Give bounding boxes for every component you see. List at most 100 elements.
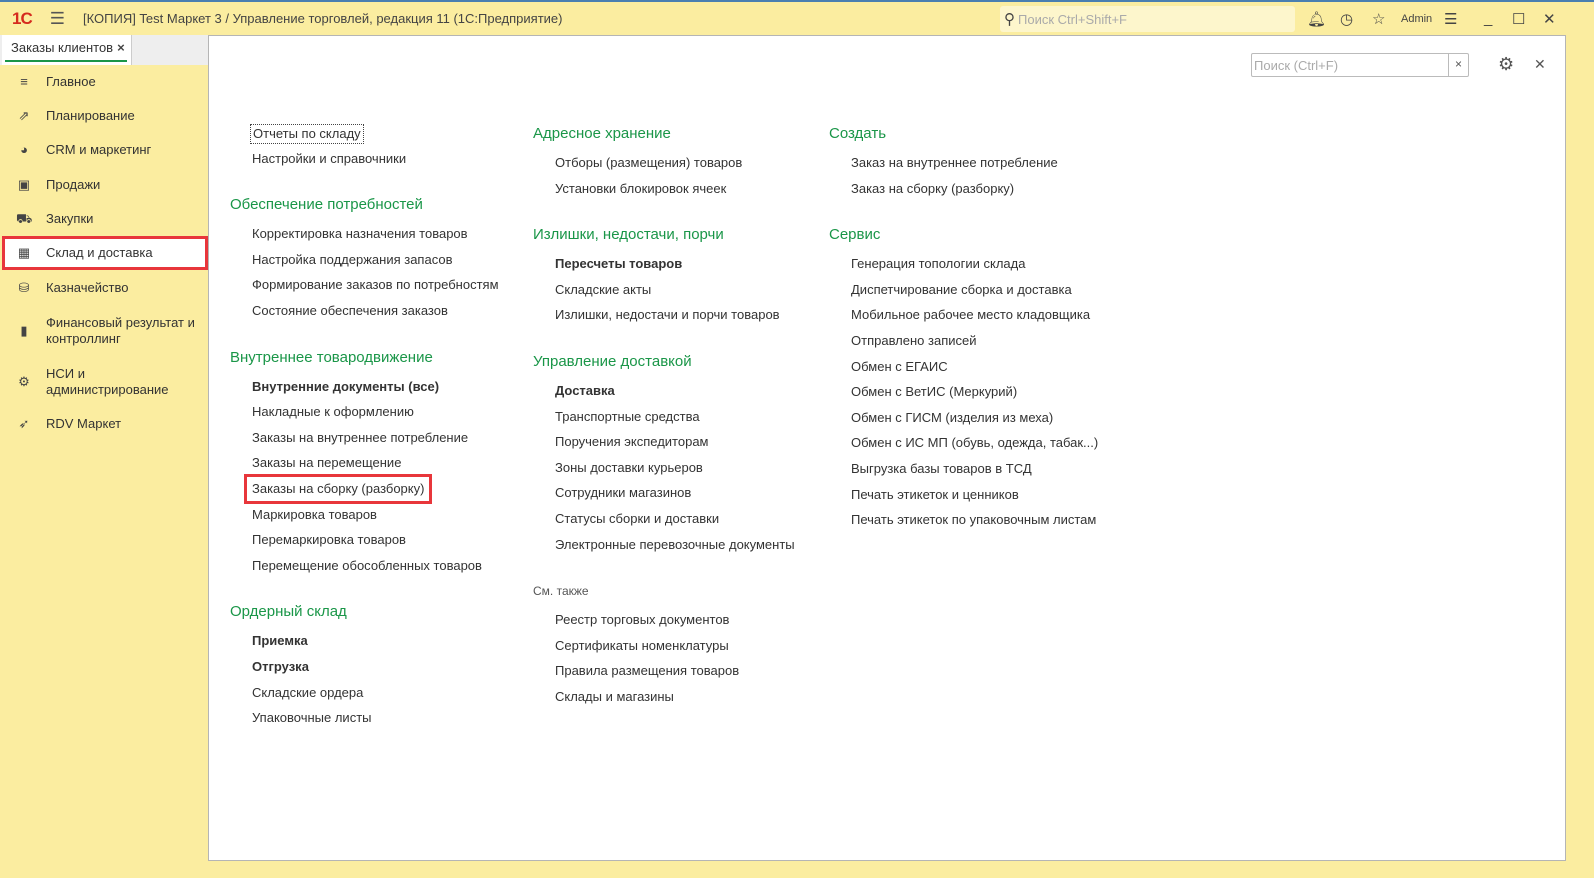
menu-link-label: Формирование заказов по потребностям: [252, 277, 499, 293]
menu-link[interactable]: Пересчеты товаров: [533, 255, 797, 281]
settings-menu-icon[interactable]: ☰: [1444, 10, 1457, 28]
sidebar-icon: ⇗: [18, 108, 30, 123]
menu-link[interactable]: Излишки, недостачи и порчи товаров: [533, 306, 797, 332]
panel-search-input[interactable]: Поиск (Ctrl+F) ×: [1251, 53, 1469, 77]
menu-link[interactable]: Обмен с ГИСМ (изделия из меха): [829, 409, 1100, 435]
clear-search-icon[interactable]: ×: [1448, 54, 1468, 76]
menu-link[interactable]: Накладные к оформлению: [230, 403, 501, 429]
menu-link[interactable]: Зоны доставки курьеров: [533, 459, 797, 485]
menu-link[interactable]: Диспетчирование сборка и доставка: [829, 281, 1100, 307]
sidebar-icon: ⚙: [18, 374, 30, 389]
menu-link-label: Зоны доставки курьеров: [555, 459, 703, 475]
menu-link[interactable]: Обмен с ВетИС (Меркурий): [829, 383, 1100, 409]
menu-link-label: Складские ордера: [252, 684, 364, 700]
menu-link[interactable]: Обмен с ИС МП (обувь, одежда, табак...): [829, 434, 1100, 460]
maximize-icon[interactable]: ☐: [1512, 10, 1525, 28]
menu-link[interactable]: Складские акты: [533, 281, 797, 307]
menu-link[interactable]: Заказы на перемещение: [230, 454, 501, 480]
menu-link[interactable]: Печать этикеток по упаковочным листам: [829, 511, 1100, 537]
menu-link-label: Правила размещения товаров: [555, 663, 740, 679]
menu-section: Ордерный склад Приемка Отгрузка Складские о…: [230, 602, 501, 734]
sidebar-item[interactable]: ▮ Финансовый результат и контроллинг: [0, 306, 208, 356]
menu-link[interactable]: Мобильное рабочее место кладовщика: [829, 306, 1100, 332]
menu-section: Обеспечение потребностей Корректировка на…: [230, 195, 501, 327]
menu-link[interactable]: Сотрудники магазинов: [533, 484, 797, 510]
1c-logo-icon: 1С: [12, 8, 33, 28]
menu-link[interactable]: Маркировка товаров: [230, 506, 501, 532]
menu-link[interactable]: Печать этикеток и ценников: [829, 486, 1100, 512]
menu-link[interactable]: Отборы (размещения) товаров: [533, 154, 797, 180]
menu-link[interactable]: Упаковочные листы: [230, 709, 501, 735]
sidebar-item[interactable]: ⛁ Казначейство: [0, 271, 208, 305]
sidebar-item-label: Закупки: [46, 211, 94, 226]
menu-link-label: Обмен с ВетИС (Меркурий): [851, 384, 1018, 400]
section-heading: Обеспечение потребностей: [230, 196, 423, 214]
menu-link[interactable]: Перемещение обособленных товаров: [230, 557, 501, 583]
menu-link[interactable]: Внутренние документы (все): [230, 378, 501, 404]
user-name[interactable]: Admin: [1401, 13, 1432, 25]
menu-link[interactable]: Правила размещения товаров: [533, 662, 797, 688]
menu-link[interactable]: Складские ордера: [230, 684, 501, 710]
menu-link[interactable]: Выгрузка базы товаров в ТСД: [829, 460, 1100, 486]
sidebar-item[interactable]: ◕ CRM и маркетинг: [0, 133, 208, 167]
menu-link-label: Заказы на сборку (разборку): [243, 473, 433, 504]
menu-link[interactable]: Генерация топологии склада: [829, 255, 1100, 281]
menu-link[interactable]: Настройки и справочники: [230, 150, 501, 176]
menu-link[interactable]: Формирование заказов по потребностям: [230, 276, 501, 302]
close-tab-icon[interactable]: ×: [117, 40, 125, 55]
menu-link[interactable]: Состояние обеспечения заказов: [230, 302, 501, 328]
menu-link[interactable]: Обмен с ЕГАИС: [829, 358, 1100, 384]
gear-icon[interactable]: ⚙: [1498, 54, 1514, 75]
menu-link-label: Перемещение обособленных товаров: [252, 557, 482, 573]
menu-link-label: Выгрузка базы товаров в ТСД: [851, 460, 1032, 476]
menu-link-label: Заказ на внутреннее потребление: [851, 155, 1058, 170]
tab-zakazy-klientov[interactable]: Заказы клиентов ×: [2, 35, 132, 65]
close-icon[interactable]: ✕: [1534, 56, 1546, 73]
menu-link[interactable]: Заказ на сборку (разборку): [829, 180, 1100, 206]
menu-link[interactable]: Доставка: [533, 382, 797, 408]
menu-link[interactable]: Корректировка назначения товаров: [230, 225, 501, 251]
menu-link[interactable]: Настройка поддержания запасов: [230, 251, 501, 277]
main-menu-icon[interactable]: ☰: [50, 9, 65, 29]
sidebar-item-label: CRM и маркетинг: [46, 142, 152, 157]
menu-link[interactable]: Транспортные средства: [533, 408, 797, 434]
close-window-icon[interactable]: ✕: [1543, 10, 1556, 28]
menu-link[interactable]: Статусы сборки и доставки: [533, 510, 797, 536]
menu-link[interactable]: Отгрузка: [230, 658, 501, 684]
menu-link[interactable]: Электронные перевозочные документы: [533, 536, 797, 562]
sidebar-item[interactable]: ▣ Продажи: [0, 168, 208, 202]
menu-link[interactable]: Отправлено записей: [829, 332, 1100, 358]
global-search-input[interactable]: ⚲ Поиск Ctrl+Shift+F: [1000, 6, 1295, 32]
menu-link[interactable]: Склады и магазины: [533, 688, 797, 714]
menu-link[interactable]: Сертификаты номенклатуры: [533, 637, 797, 663]
menu-link[interactable]: Заказы на внутреннее потребление: [230, 429, 501, 455]
menu-link[interactable]: Заказ на внутреннее потребление: [829, 154, 1100, 180]
menu-link[interactable]: Заказы на сборку (разборку): [230, 473, 501, 506]
sidebar-icon: ▣: [17, 177, 31, 192]
sidebar-item[interactable]: ≡ Главное: [0, 65, 208, 99]
sidebar-item[interactable]: ⚙ НСИ и администрирование: [0, 357, 208, 407]
sidebar-item[interactable]: ➶ RDV Маркет: [0, 407, 208, 441]
menu-link[interactable]: Установки блокировок ячеек: [533, 180, 797, 206]
sidebar-item[interactable]: ⇗ Планирование: [0, 99, 208, 133]
section-heading: Управление доставкой: [533, 352, 692, 370]
menu-link[interactable]: Поручения экспедиторам: [533, 433, 797, 459]
menu-link[interactable]: Реестр торговых документов: [533, 611, 797, 637]
menu-link[interactable]: Приемка: [230, 632, 501, 658]
menu-link-label: Обмен с ГИСМ (изделия из меха): [851, 409, 1054, 425]
menu-link[interactable]: Отчеты по складу: [230, 124, 501, 150]
history-icon[interactable]: ◷: [1340, 10, 1353, 28]
sidebar-item[interactable]: ⛟ Закупки: [0, 202, 208, 236]
menu-section: Создать Заказ на внутреннее потребление За…: [829, 124, 1100, 205]
menu-link-label: Сертификаты номенклатуры: [555, 637, 729, 653]
bell-icon[interactable]: 🔔︎: [1307, 10, 1326, 28]
menu-link[interactable]: Перемаркировка товаров: [230, 531, 501, 557]
menu-link-label: Доставка: [555, 382, 615, 398]
star-icon[interactable]: ☆: [1372, 10, 1385, 28]
sidebar-item-label: Планирование: [46, 108, 135, 123]
menu-link-label: Статусы сборки и доставки: [555, 510, 720, 526]
menu-link-label: Складские акты: [555, 281, 652, 297]
sidebar-item-label: Казначейство: [46, 280, 129, 295]
sidebar-item[interactable]: ▦ Склад и доставка: [2, 236, 208, 270]
minimize-icon[interactable]: _: [1484, 10, 1492, 27]
